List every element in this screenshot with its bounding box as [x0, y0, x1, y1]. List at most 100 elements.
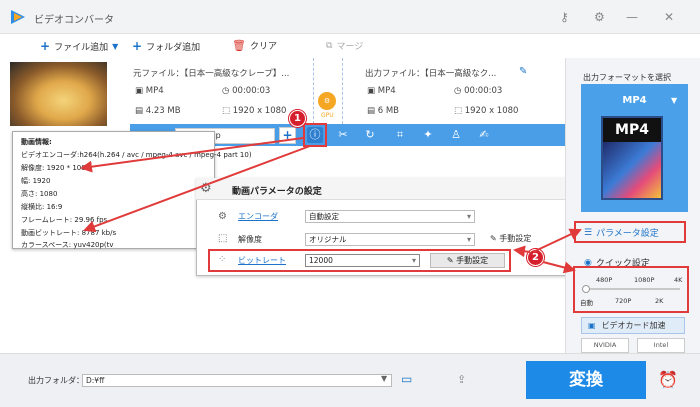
- src-duration: ◷ 00:00:03: [222, 86, 271, 96]
- quality-slider-track[interactable]: [585, 288, 680, 290]
- close-icon[interactable]: ✕: [664, 10, 674, 24]
- window-title: ビデオコンバータ: [34, 15, 114, 26]
- watermark-icon[interactable]: ♙: [448, 127, 464, 143]
- merge-label: マージ: [336, 42, 364, 52]
- gpu-acceleration-label: ビデオカード加速: [601, 321, 666, 330]
- popup-line-aspect: 縦横比: 16:9: [21, 203, 63, 211]
- bitrate-icon: ⁘: [218, 254, 227, 265]
- nvidia-badge: NVIDIA: [581, 338, 629, 353]
- src-format: ▣ MP4: [135, 86, 164, 96]
- output-folder-label: 出力フォルダ：: [28, 376, 84, 385]
- bitrate-input[interactable]: 12000: [305, 254, 420, 267]
- manual-settings-label: 手動設定: [456, 256, 489, 265]
- info-highlight: [303, 123, 327, 147]
- plus-icon: +: [132, 39, 143, 53]
- chevron-down-icon[interactable]: ▼: [381, 374, 387, 383]
- popup-line-title: 動画情報:: [21, 138, 52, 146]
- export-icon[interactable]: ⇪: [457, 373, 466, 386]
- encoder-icon: ⚙: [218, 211, 227, 222]
- chevron-down-icon[interactable]: ▼: [112, 42, 118, 51]
- add-file-label: ファイル追加: [54, 42, 109, 53]
- settings-icon[interactable]: ⚙: [594, 10, 605, 24]
- alarm-clock-icon[interactable]: ⏰: [658, 370, 678, 389]
- out-resolution-value: 1920 x 1080: [464, 106, 519, 116]
- src-duration-value: 00:00:03: [232, 86, 271, 96]
- app-logo-icon: [11, 10, 25, 24]
- edit-pencil-icon[interactable]: ✎: [519, 66, 527, 77]
- src-resolution: ⬚ 1920 x 1080: [222, 106, 287, 116]
- choose-format-label: 出力フォーマットを選択: [583, 73, 671, 82]
- chevron-down-icon[interactable]: ▼: [671, 96, 677, 105]
- mp4-format-image-art: [603, 142, 661, 198]
- tick-480p: 480P: [596, 276, 613, 284]
- gpu-label: GPU: [321, 112, 334, 119]
- resolution-label: 解像度: [238, 235, 262, 244]
- out-resolution: ⬚ 1920 x 1080: [454, 106, 519, 116]
- parameter-settings-button[interactable]: ☰ パラメータ設定: [584, 226, 659, 240]
- encoder-label[interactable]: エンコーダ: [238, 211, 278, 222]
- rotate-icon[interactable]: ↻: [362, 127, 378, 143]
- add-audio-button[interactable]: +: [279, 127, 296, 144]
- popup-line-height: 高さ: 1080: [21, 190, 58, 198]
- popup-line-resolution: 解像度: 1920 * 1080: [21, 164, 91, 172]
- output-folder-input[interactable]: D:¥ff: [82, 374, 392, 387]
- plus-icon: +: [40, 39, 51, 53]
- crop-icon[interactable]: ⌗: [392, 127, 408, 143]
- src-format-value: MP4: [145, 86, 164, 96]
- manual-settings-button[interactable]: ✎ 手動設定: [430, 253, 505, 268]
- gpu-icon: ⚙: [318, 92, 336, 110]
- out-format: ▣ MP4: [367, 86, 396, 96]
- key-icon[interactable]: ⚷: [560, 10, 569, 24]
- step-badge-2: 2: [527, 249, 544, 266]
- intel-badge: Intel: [637, 338, 685, 353]
- quality-slider-handle[interactable]: [582, 285, 590, 293]
- popup-line-framerate: フレームレート: 29.96 fps: [21, 216, 108, 224]
- out-duration-value: 00:00:03: [464, 86, 503, 96]
- video-info-popup: 動画情報: ビデオエンコーダ:h264(h.264 / avc / mpeg-4…: [12, 131, 252, 249]
- tick-auto: 自動: [580, 299, 593, 307]
- manual-settings-button-2[interactable]: ✎ 手動設定: [490, 233, 531, 244]
- tick-1080p: 1080P: [634, 276, 655, 284]
- trash-icon: 🗑: [232, 39, 246, 52]
- tick-720p: 720P: [615, 297, 632, 305]
- out-duration: ◷ 00:00:03: [454, 86, 503, 96]
- minimize-icon[interactable]: —: [626, 10, 638, 24]
- add-file-button[interactable]: + ファイル追加 ▼: [40, 39, 118, 53]
- tick-4k: 4K: [674, 276, 683, 284]
- video-thumbnail[interactable]: [10, 62, 107, 126]
- out-format-value: MP4: [377, 86, 396, 96]
- source-file-name: 元ファイル：【日本一高級なクレープ】...: [133, 69, 290, 79]
- scissors-icon[interactable]: ✂: [335, 127, 351, 143]
- gear-icon: ⚙: [200, 181, 212, 196]
- popup-line-bitrate: 動画ビットレート: 8787 kb/s: [21, 229, 117, 237]
- src-size: ▤ 4.23 MB: [135, 106, 181, 116]
- effects-icon[interactable]: ✦: [420, 127, 436, 143]
- resolution-select[interactable]: オリジナル: [305, 233, 475, 246]
- convert-button[interactable]: 変換: [526, 361, 646, 399]
- popup-line-encoder: ビデオエンコーダ:h264(h.264 / avc / mpeg-4 avc /…: [21, 151, 252, 159]
- gpu-acceleration-toggle[interactable]: ▣ ビデオカード加速: [581, 317, 685, 334]
- parameter-settings-label: パラメータ設定: [596, 229, 659, 239]
- clear-button[interactable]: 🗑 クリア: [232, 39, 277, 52]
- chip-icon: ▣: [588, 321, 596, 330]
- mp4-format-image-text: MP4: [603, 118, 661, 142]
- merge-button[interactable]: ⧉ マージ: [326, 39, 364, 53]
- clear-label: クリア: [249, 42, 277, 52]
- subtitle-icon[interactable]: ✍: [476, 127, 492, 143]
- resolution-icon: ⬚: [218, 233, 228, 244]
- bitrate-label[interactable]: ビットレート: [238, 255, 286, 266]
- folder-icon[interactable]: ▭: [401, 372, 412, 386]
- src-resolution-value: 1920 x 1080: [232, 106, 287, 116]
- output-file-name: 出力ファイル：【日本一高級なク...: [365, 69, 497, 79]
- encoder-select[interactable]: 自動設定: [305, 210, 475, 223]
- manual-settings-label-2: 手動設定: [499, 234, 532, 243]
- tick-2k: 2K: [655, 297, 664, 305]
- add-folder-button[interactable]: + フォルダ追加: [132, 39, 200, 53]
- sliders-icon: ☰: [584, 227, 593, 238]
- src-size-value: 4.23 MB: [145, 106, 181, 116]
- dialog-title: 動画パラメータの設定: [232, 187, 322, 197]
- step-badge-1: 1: [289, 110, 306, 127]
- add-folder-label: フォルダ追加: [146, 42, 201, 53]
- popup-line-colorspace: カラースペース: yuv420p(tv: [21, 241, 114, 249]
- out-size-value: 6 MB: [377, 106, 400, 116]
